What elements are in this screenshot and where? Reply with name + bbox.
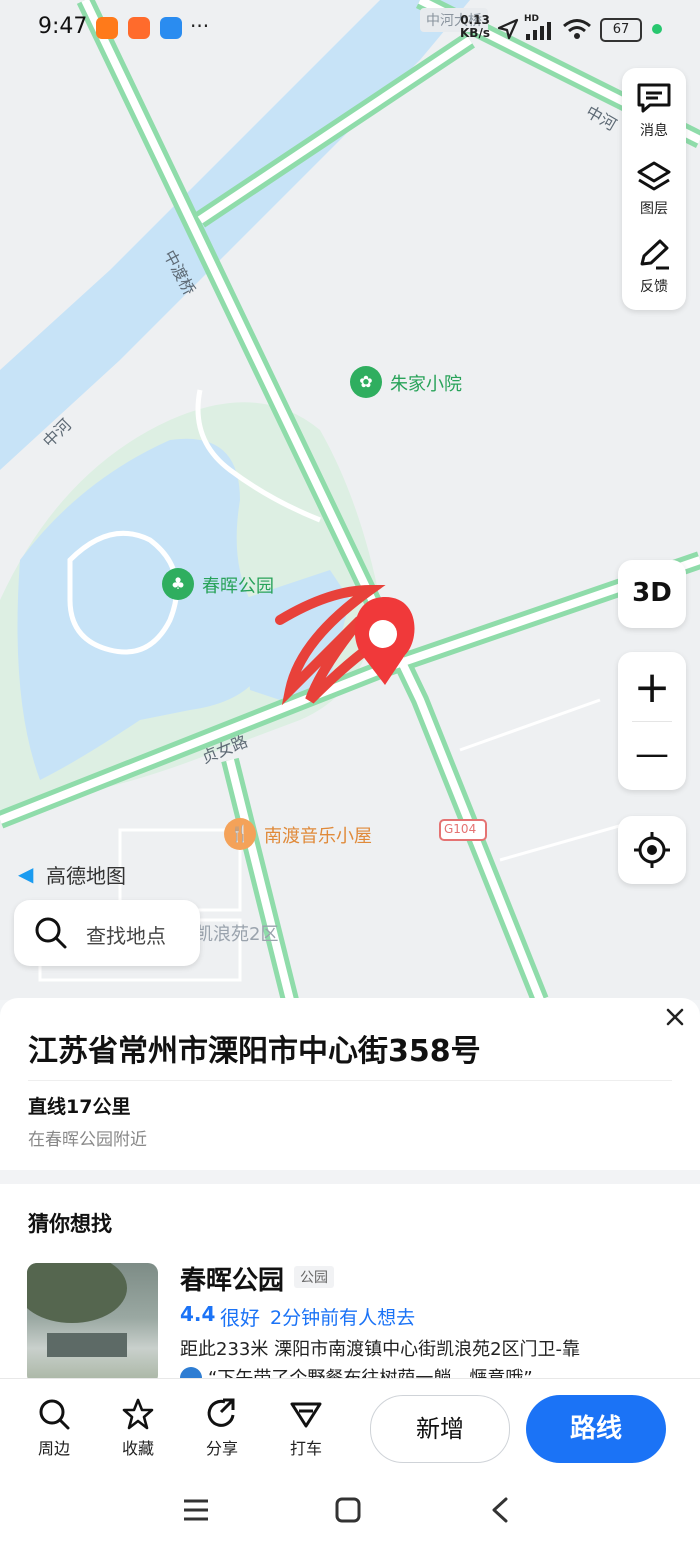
home-icon[interactable] — [334, 1496, 362, 1524]
fruit-icon: ✿ — [350, 366, 382, 398]
layers-icon — [637, 161, 671, 191]
status-bar: 9:47 ··· 0.13 KB/s HD 67 — [0, 0, 700, 60]
road-label-g104: G104 — [444, 822, 477, 836]
more-notifications-icon: ··· — [190, 14, 210, 38]
nearby-button[interactable]: 周边 — [24, 1397, 84, 1459]
taxi-icon — [290, 1402, 322, 1428]
taxi-label: 打车 — [289, 1439, 322, 1458]
battery-level: 67 — [612, 22, 630, 37]
note-notification-icon — [160, 17, 182, 39]
zoom-panel: + — — [618, 652, 686, 790]
tree-shape — [27, 1263, 127, 1323]
poi-nandu-label: 南渡音乐小屋 — [264, 826, 372, 847]
search-icon — [35, 917, 67, 949]
menu-icon[interactable] — [182, 1496, 210, 1524]
message-icon — [637, 83, 671, 113]
net-speed: 0.13 KB/s — [460, 14, 490, 40]
layers-label: 图层 — [640, 201, 668, 217]
favorite-label: 收藏 — [121, 1439, 154, 1458]
back-icon[interactable] — [486, 1496, 514, 1524]
map-canvas[interactable] — [0, 0, 700, 1000]
battery-icon: 67 — [600, 18, 642, 42]
app-notification-icon — [96, 17, 118, 39]
search-placeholder: 查找地点 — [86, 924, 166, 948]
map-view[interactable]: ✿ 朱家小院 ♣ 春晖公园 🍴 南渡音乐小屋 凯浪苑2区 中渡桥 中河 中河 贞… — [0, 0, 700, 1000]
wifi-icon — [563, 19, 591, 39]
messages-button[interactable]: 消息 — [622, 78, 686, 148]
3d-button[interactable]: 3D — [618, 560, 686, 628]
tree-icon: ♣ — [162, 568, 194, 600]
place-nearby: 在春晖公园附近 — [28, 1130, 147, 1150]
net-speed-value: 0.13 — [460, 13, 490, 27]
share-button[interactable]: 分享 — [192, 1397, 252, 1459]
add-button[interactable]: 新增 — [370, 1395, 510, 1463]
store-notification-icon — [128, 17, 150, 39]
search-box[interactable]: 查找地点 — [14, 900, 200, 966]
place-detail-sheet: 江苏省常州市溧阳市中心街358号 直线17公里 在春晖公园附近 猜你想找 春晖公… — [0, 998, 700, 1378]
place-address: 江苏省常州市溧阳市中心街358号 — [28, 1034, 481, 1069]
feedback-button[interactable]: 反馈 — [622, 234, 686, 304]
suggest-tag: 公园 — [294, 1266, 334, 1288]
suggest-item[interactable]: 春晖公园 公园 4.4 很好 2分钟前有人想去 距此233米 溧阳市南渡镇中心街… — [0, 1256, 700, 1378]
reviewer-avatar — [180, 1367, 202, 1378]
zoom-in-button[interactable]: + — [618, 660, 686, 720]
suggest-review: “下午带了个野餐布往树荫一躺，惬意哦” — [208, 1364, 533, 1378]
layers-button[interactable]: 图层 — [622, 156, 686, 226]
suggest-rating: 4.4 — [180, 1302, 216, 1326]
zoom-out-button[interactable]: — — [618, 726, 686, 786]
battery-status-dot — [652, 24, 662, 34]
restaurant-icon: 🍴 — [224, 818, 256, 850]
locate-icon — [634, 832, 670, 868]
action-toolbar: 周边 收藏 分享 打车 新增 路线 — [0, 1378, 700, 1477]
suggest-name: 春晖公园 — [180, 1266, 285, 1296]
zoom-divider — [632, 721, 672, 722]
poi-kailang-label: 凯浪苑2区 — [195, 924, 279, 945]
status-time: 9:47 — [38, 14, 88, 39]
park-thumbnail — [27, 1263, 158, 1378]
favorite-button[interactable]: 收藏 — [108, 1397, 168, 1459]
close-icon[interactable] — [664, 1006, 686, 1028]
amap-logo-text: 高德地图 — [46, 864, 126, 888]
poi-chunhui-label: 春晖公园 — [202, 576, 274, 597]
share-label: 分享 — [205, 1439, 238, 1458]
edit-icon — [640, 239, 669, 270]
nearby-label: 周边 — [37, 1439, 70, 1458]
suggest-header: 猜你想找 — [28, 1212, 112, 1236]
address-divider — [28, 1080, 672, 1081]
section-divider — [0, 1170, 700, 1184]
signal-icon — [526, 22, 551, 40]
net-speed-unit: KB/s — [460, 26, 490, 40]
locate-button[interactable] — [618, 816, 686, 884]
messages-label: 消息 — [640, 123, 668, 139]
location-arrow-icon — [497, 18, 519, 40]
suggest-recent: 2分钟前有人想去 — [270, 1307, 416, 1329]
place-distance: 直线17公里 — [28, 1096, 131, 1118]
3d-label: 3D — [632, 578, 672, 608]
route-button[interactable]: 路线 — [526, 1395, 666, 1463]
suggest-rating-text: 很好 — [220, 1306, 260, 1330]
poi-zhujia-label: 朱家小院 — [390, 374, 462, 395]
feedback-label: 反馈 — [640, 279, 668, 295]
share-icon — [207, 1398, 235, 1427]
amap-logo-icon: ◀ — [18, 862, 34, 886]
pavilion-shape — [47, 1333, 127, 1357]
system-nav-bar — [0, 1476, 700, 1556]
star-icon — [122, 1398, 154, 1430]
taxi-button[interactable]: 打车 — [276, 1397, 336, 1459]
map-tools-panel: 消息 图层 反馈 — [622, 68, 686, 310]
search-icon — [39, 1399, 70, 1430]
suggest-address: 距此233米 溧阳市南渡镇中心街凯浪苑2区门卫-靠 — [180, 1339, 581, 1360]
